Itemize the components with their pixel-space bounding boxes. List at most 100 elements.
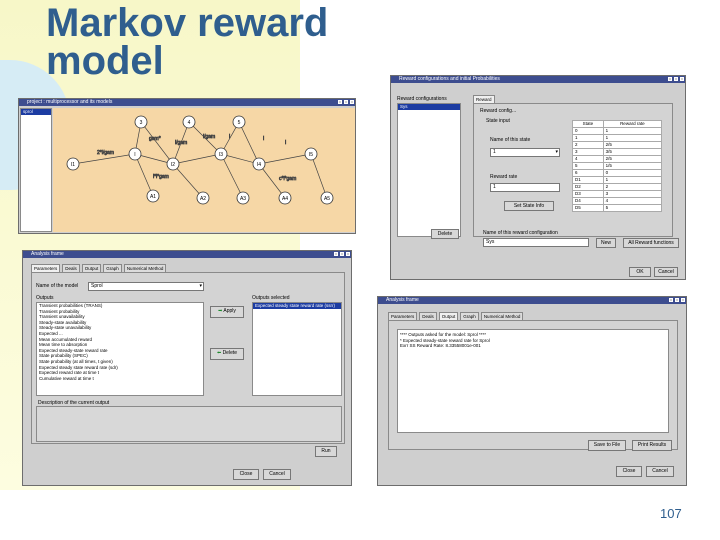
table-row[interactable]: D1 1 (572, 176, 663, 184)
state-node[interactable]: A4 (278, 191, 292, 205)
set-state-info-button[interactable]: Set State Info (504, 201, 554, 211)
state-node[interactable]: I5 (304, 147, 318, 161)
table-row[interactable]: 5 1/5 (572, 162, 663, 170)
reward-window-title: Reward configurations and initial Probab… (399, 76, 500, 82)
reward-name-input[interactable]: Sys (483, 238, 589, 247)
table-header-state[interactable]: State (572, 120, 604, 128)
new-button[interactable]: New (596, 238, 616, 248)
reward-cell[interactable]: 1 (602, 134, 663, 142)
close-icon[interactable] (680, 77, 684, 81)
reward-cell[interactable]: 2/5 (602, 141, 663, 149)
maximize-icon[interactable] (340, 252, 344, 256)
reward-group-label: Reward config... (480, 108, 517, 114)
state-cell[interactable]: 5 (572, 162, 604, 170)
state-reward-table[interactable]: State Reward rate 0 1 1 1 2 2/5 3 3/5 4 2/5 5 1/5 6 0… (572, 120, 663, 212)
output-option[interactable]: Cumulative reward at time t (37, 376, 203, 382)
cancel-button[interactable]: Cancel (646, 466, 674, 477)
table-row[interactable]: 60 (572, 169, 663, 177)
close-icon[interactable] (346, 252, 350, 256)
state-node[interactable]: A1 (146, 189, 160, 203)
all-reward-functions-button[interactable]: All Reward functions (623, 238, 679, 248)
print-results-button[interactable]: Print Results (632, 440, 672, 451)
outputs-list[interactable]: Transient probabilities (TRANS) Transient… (36, 302, 204, 396)
tree-item[interactable]: sprol (21, 109, 51, 115)
minimize-icon[interactable] (338, 100, 342, 104)
state-cell[interactable]: 2 (572, 141, 604, 149)
state-cell[interactable]: D4 (572, 197, 604, 205)
run-button[interactable]: Run (315, 446, 337, 457)
state-cell[interactable]: D3 (572, 190, 604, 198)
selected-outputs-list[interactable]: Expected steady state reward rate (ssrr) (252, 302, 342, 396)
ok-button[interactable]: OK (629, 267, 651, 277)
state-cell[interactable]: D2 (572, 183, 604, 191)
model-tree-panel[interactable]: sprol (20, 108, 52, 232)
delete-button[interactable]: Delete (431, 229, 459, 239)
reward-cell[interactable]: 1 (602, 176, 663, 184)
table-row[interactable]: D4 4 (572, 197, 663, 205)
reward-cell[interactable]: 1 (602, 127, 663, 135)
state-node[interactable]: I (128, 147, 142, 161)
close-button[interactable]: Close (233, 469, 259, 480)
cancel-button[interactable]: Cancel (654, 267, 678, 277)
state-cell[interactable]: 1 (572, 134, 604, 142)
reward-cell[interactable]: 3/5 (602, 148, 663, 156)
table-row[interactable]: 3 3/5 (572, 148, 663, 156)
save-to-file-button[interactable]: Save to File (588, 440, 626, 451)
chevron-down-icon[interactable]: ▾ (555, 149, 558, 156)
reward-cell[interactable]: 3 (602, 190, 663, 198)
state-node[interactable]: 3 (134, 115, 148, 129)
delete-output-button[interactable]: ⬅ Delete (210, 348, 244, 360)
close-button[interactable]: Close (616, 466, 642, 477)
table-row[interactable]: 11 (572, 134, 663, 142)
chevron-down-icon[interactable]: ▾ (199, 283, 202, 290)
state-node[interactable]: I2 (166, 157, 180, 171)
close-icon[interactable] (681, 298, 685, 302)
state-cell[interactable]: 3 (572, 148, 604, 156)
state-select[interactable]: 1 ▾ (490, 148, 560, 157)
model-name-select[interactable]: Sprol ▾ (88, 282, 204, 291)
state-node[interactable]: I1 (66, 157, 80, 171)
markov-window-title: project : multiprocessor and its models (27, 99, 113, 105)
minimize-icon[interactable] (334, 252, 338, 256)
state-node[interactable]: A5 (320, 191, 334, 205)
state-cell[interactable]: D1 (572, 176, 604, 184)
markov-chain-diagram[interactable]: 2*l/gam gam* l/gam l/gam l l l l*l*gam c*l*gam I… (53, 108, 355, 232)
table-row[interactable]: D2 2 (572, 183, 663, 191)
state-node[interactable]: 4 (182, 115, 196, 129)
state-node[interactable]: A3 (236, 191, 250, 205)
table-row[interactable]: 4 2/5 (572, 155, 663, 163)
state-node[interactable]: I4 (252, 157, 266, 171)
reward-config-list[interactable]: Sys (397, 103, 461, 237)
state-cell[interactable]: 0 (572, 127, 604, 135)
minimize-icon[interactable] (668, 77, 672, 81)
reward-cell[interactable]: 1/5 (602, 162, 663, 170)
reward-cell[interactable]: 2/5 (602, 155, 663, 163)
state-node[interactable]: I3 (214, 147, 228, 161)
selected-output-item[interactable]: Expected steady state reward rate (ssrr) (253, 303, 341, 309)
state-cell[interactable]: 6 (572, 169, 604, 177)
state-node[interactable]: 5 (232, 115, 246, 129)
reward-cell[interactable]: 4 (602, 197, 663, 205)
table-row[interactable]: D3 3 (572, 190, 663, 198)
table-header-reward[interactable]: Reward rate (602, 120, 663, 128)
state-node[interactable]: A2 (196, 191, 210, 205)
reward-rate-input[interactable]: 1 (490, 183, 560, 192)
maximize-icon[interactable] (674, 77, 678, 81)
output-textarea[interactable]: **** Outputs asked for the model: Sprol … (397, 329, 669, 433)
reward-cell[interactable]: 2 (602, 183, 663, 191)
maximize-icon[interactable] (344, 100, 348, 104)
table-row[interactable]: 01 (572, 127, 663, 135)
close-icon[interactable] (350, 100, 354, 104)
reward-config-item[interactable]: Sys (398, 104, 460, 110)
state-cell[interactable]: 4 (572, 155, 604, 163)
maximize-icon[interactable] (675, 298, 679, 302)
table-row[interactable]: D5 5 (572, 204, 663, 212)
minimize-icon[interactable] (669, 298, 673, 302)
state-cell[interactable]: D5 (572, 204, 604, 212)
apply-button[interactable]: ➡ Apply (210, 306, 244, 318)
analysis2-title: Analysis frame (386, 297, 419, 303)
reward-cell[interactable]: 5 (602, 204, 663, 212)
table-row[interactable]: 2 2/5 (572, 141, 663, 149)
reward-cell[interactable]: 0 (602, 169, 663, 177)
cancel-button[interactable]: Cancel (263, 469, 291, 480)
